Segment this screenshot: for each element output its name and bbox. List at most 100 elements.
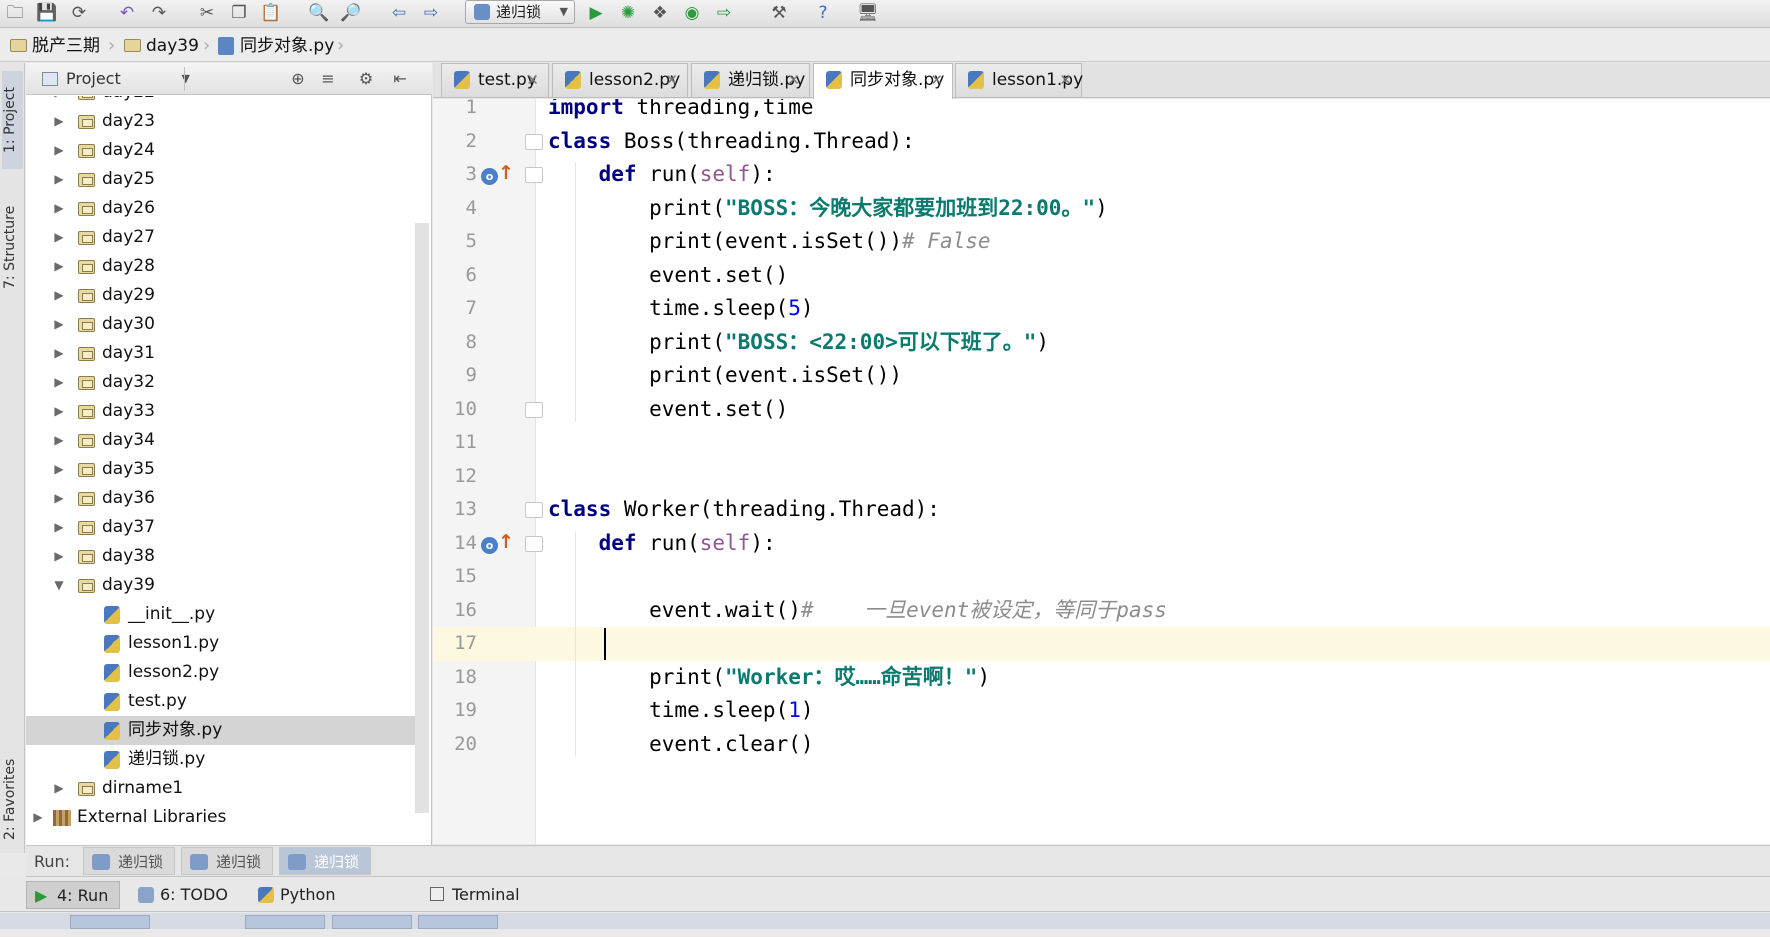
chevron-right-icon[interactable]: ▶ [52,165,66,194]
chevron-right-icon[interactable]: ▶ [52,774,66,803]
code-line[interactable]: 13 class Worker(threading.Thread): [433,493,1770,527]
tree-folder[interactable]: ▶ day34 [26,426,424,455]
hide-panel-icon[interactable]: ⇤ [389,68,411,90]
scroll-from-source-icon[interactable]: ⊕ [287,68,309,90]
tab-project[interactable]: 1: Project [2,71,23,169]
chevron-right-icon[interactable]: ▶ [52,484,66,513]
tree-file[interactable]: lesson1.py [26,629,424,658]
collapse-all-icon[interactable]: ≡ [317,68,339,90]
code-line[interactable]: 20 event.clear() [433,728,1770,762]
fold-icon[interactable] [525,133,543,150]
tree-folder[interactable]: ▶ day37 [26,513,424,542]
tree-file[interactable]: 同步对象.py [26,716,424,745]
save-icon[interactable]: 💾 [34,2,60,24]
tree-folder[interactable]: ▶ day23 [26,107,424,136]
scrollbar[interactable] [415,223,429,813]
tree-folder[interactable]: ▶ day36 [26,484,424,513]
tree-folder[interactable]: ▶ day32 [26,368,424,397]
tool-python-console[interactable]: Python Console [250,881,400,932]
editor-tab[interactable]: 递归锁.py ✕ [691,63,810,97]
tree-folder[interactable]: ▶ day31 [26,339,424,368]
close-icon[interactable]: ✕ [930,64,943,96]
code-line[interactable]: 19 time.sleep(1) [433,694,1770,728]
close-icon[interactable]: ✕ [665,64,678,96]
chevron-down-icon[interactable]: ▼ [52,571,66,600]
chevron-right-icon[interactable]: ▶ [52,397,66,426]
code-line[interactable]: 11 [433,426,1770,460]
tab-favorites[interactable]: 2: Favorites [2,753,23,845]
run-tab[interactable]: 递归锁 [83,847,175,875]
code-line[interactable]: 16 event.wait()# 一旦event被设定，等同于pass [433,594,1770,628]
fold-icon[interactable] [525,167,543,183]
tree-folder[interactable]: ▶ day30 [26,310,424,339]
run-icon[interactable]: ▶ [583,2,609,24]
code-line[interactable]: 7 time.sleep(5) [433,292,1770,326]
undo-icon[interactable]: ↶ [114,2,140,24]
chevron-right-icon[interactable]: ▶ [52,194,66,223]
breadcrumb-day39[interactable]: day39 [120,35,199,57]
code-line[interactable]: 2 class Boss(threading.Thread): [433,125,1770,159]
tree-folder[interactable]: ▶ dirname1 [26,774,424,803]
chevron-right-icon[interactable]: ▶ [52,310,66,339]
tree-file[interactable]: 递归锁.py [26,745,424,774]
open-folder-icon[interactable]: 🗀 [2,2,28,24]
chevron-right-icon[interactable]: ▶ [52,542,66,571]
chevron-right-icon[interactable]: ▶ [52,455,66,484]
editor-tab[interactable]: 同步对象.py ✕ [813,63,953,99]
chevron-right-icon[interactable]: ▶ [52,136,66,165]
close-icon[interactable]: ✕ [526,64,539,96]
tree-file[interactable]: __init__.py [26,600,424,629]
tool-terminal[interactable]: Terminal [422,881,532,909]
run-tab-active[interactable]: 递归锁 [279,847,371,875]
editor-tab[interactable]: test.py ✕ [441,63,549,97]
code-line[interactable]: 5 print(event.isSet())# False [433,225,1770,259]
chevron-right-icon[interactable]: ▶ [52,107,66,136]
override-method-icon[interactable]: o ↑ [481,162,514,186]
code-line[interactable]: 6 event.set() [433,259,1770,293]
tree-folder[interactable]: ▶ day26 [26,194,424,223]
tree-folder[interactable]: ▶ day38 [26,542,424,571]
fold-icon[interactable] [525,502,543,518]
tab-structure[interactable]: 7: Structure [2,187,23,307]
code-line[interactable]: 17 [433,627,1770,661]
coverage-icon[interactable]: ❖ [647,2,673,24]
tree-folder[interactable]: ▶ day29 [26,281,424,310]
code-line[interactable]: 3 def run(self): [433,158,1770,192]
profile-icon[interactable]: ◉ [679,2,705,24]
code-line[interactable]: 4 print("BOSS：今晚大家都要加班到22:00。") [433,192,1770,226]
tree-folder[interactable]: ▶ day22 [26,96,424,107]
tree-folder[interactable]: ▶ day28 [26,252,424,281]
sync-icon[interactable]: ⟳ [66,2,92,24]
tree-file[interactable]: test.py [26,687,424,716]
code-line[interactable]: 12 [433,460,1770,494]
tree-folder[interactable]: ▶ day25 [26,165,424,194]
chevron-right-icon[interactable]: ▶ [52,339,66,368]
code-editor[interactable]: 1 import threading,time 2 class Boss(thread… [433,99,1770,844]
paste-icon[interactable]: 📋 [258,2,284,24]
help-icon[interactable]: ? [810,2,836,24]
fold-icon[interactable] [525,401,543,418]
code-line[interactable]: 9 print(event.isSet()) [433,359,1770,393]
breadcrumb-file[interactable]: 同步对象.py [214,35,334,57]
gear-icon[interactable]: ⚙ [355,68,377,90]
close-icon[interactable]: ✕ [787,64,800,96]
run-tab[interactable]: 递归锁 [181,847,273,875]
run-with-icon[interactable]: ⇨ [711,2,737,24]
chevron-right-icon[interactable]: ▶ [52,368,66,397]
tree-folder[interactable]: ▼ day39 [26,571,424,600]
forward-icon[interactable]: ⇨ [418,2,444,24]
redo-icon[interactable]: ↷ [146,2,172,24]
fold-icon[interactable] [525,535,543,552]
find-icon[interactable]: 🔍 [306,2,332,24]
back-icon[interactable]: ⇦ [386,2,412,24]
replace-icon[interactable]: 🔎 [338,2,364,24]
chevron-right-icon[interactable]: ▶ [52,513,66,542]
tree-folder[interactable]: ▶ day24 [26,136,424,165]
code-line[interactable]: 1 import threading,time [433,99,1770,125]
editor-tab[interactable]: lesson1.py ✕ [955,63,1083,97]
breadcrumb-project[interactable]: 脱产三期 [6,35,100,57]
project-view-selector[interactable]: Project ▼ [40,68,190,90]
code-line[interactable]: 15 [433,560,1770,594]
chevron-right-icon[interactable]: ▶ [52,426,66,455]
tree-folder[interactable]: ▶ day33 [26,397,424,426]
